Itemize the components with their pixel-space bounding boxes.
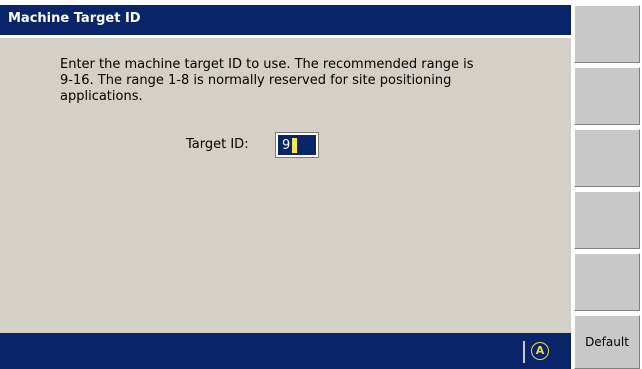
instruction-text: Enter the machine target ID to use. The … — [60, 57, 510, 105]
instruction-line: applications. — [60, 89, 143, 104]
target-id-input[interactable]: 9 — [275, 132, 319, 158]
softkey-label — [575, 254, 639, 310]
instruction-line: 9-16. The range 1-8 is normally reserved… — [60, 73, 452, 88]
target-id-value: 9 — [282, 138, 291, 153]
softkey-5[interactable] — [574, 253, 640, 311]
softkey-label — [575, 192, 639, 248]
softkey-label — [575, 68, 639, 124]
softkey-3[interactable] — [574, 129, 640, 187]
title-divider — [0, 35, 571, 38]
dialog-title: Machine Target ID — [8, 11, 141, 26]
screen: Machine Target ID Enter the machine targ… — [0, 0, 642, 369]
softkey-panel: Default — [571, 5, 642, 369]
instruction-line: Enter the machine target ID to use. The … — [60, 57, 474, 72]
text-cursor — [292, 138, 297, 153]
target-id-label: Target ID: — [186, 137, 249, 152]
softkey-label — [575, 130, 639, 186]
softkey-2[interactable] — [574, 67, 640, 125]
default-button[interactable]: Default — [574, 315, 640, 369]
default-button-label: Default — [585, 335, 629, 349]
softkey-1[interactable] — [574, 5, 640, 63]
circled-a-icon: A — [531, 342, 549, 360]
machine-target-id-dialog: Machine Target ID Enter the machine targ… — [0, 5, 571, 369]
title-bar: Machine Target ID — [0, 5, 571, 35]
status-separator — [523, 341, 525, 363]
softkey-4[interactable] — [574, 191, 640, 249]
status-bar: A — [0, 333, 571, 369]
softkey-label — [575, 6, 639, 62]
